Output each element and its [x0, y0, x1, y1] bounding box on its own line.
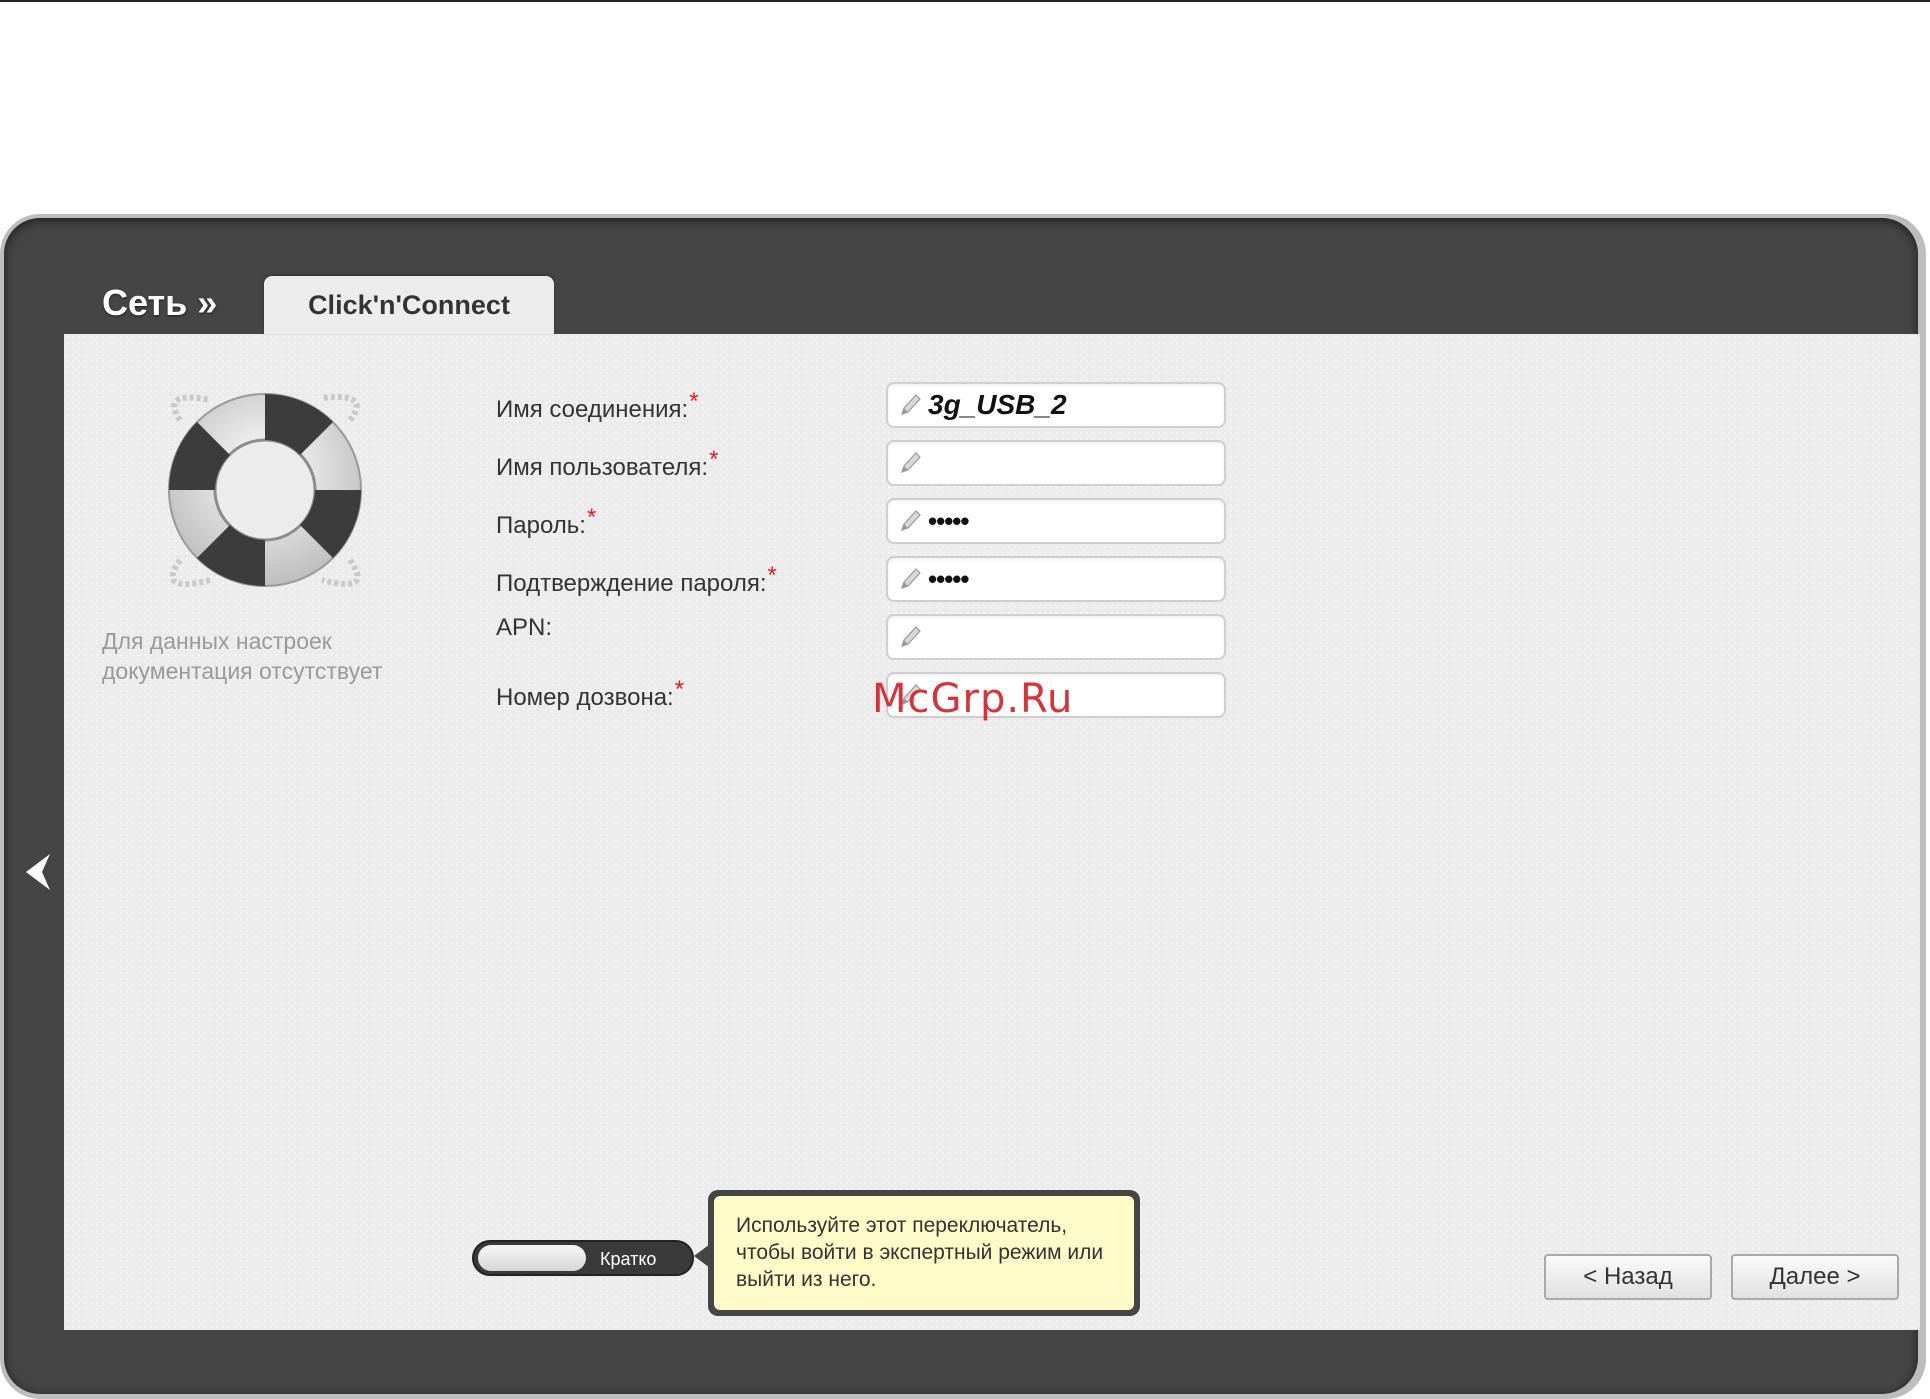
- pencil-icon: [901, 568, 921, 589]
- form-row-password: Пароль:* •••••: [496, 498, 1231, 548]
- field-label: Пароль:*: [496, 504, 597, 539]
- form-row-apn: APN:: [496, 614, 1231, 664]
- pencil-icon: [901, 452, 921, 473]
- lifebuoy-icon: [168, 393, 362, 587]
- field-label: Подтверждение пароля:*: [496, 562, 777, 597]
- tooltip: Используйте этот переключатель, чтобы во…: [708, 1190, 1140, 1316]
- required-marker: *: [709, 446, 719, 473]
- back-button[interactable]: < Назад: [1544, 1254, 1712, 1300]
- password-mask: •••••: [928, 563, 970, 594]
- tab-clicknconnect[interactable]: Click'n'Connect: [264, 276, 554, 334]
- form-row-confirm-password: Подтверждение пароля:* •••••: [496, 556, 1231, 606]
- toggle-label: Кратко: [600, 1249, 657, 1269]
- top-divider: [0, 0, 1930, 2]
- confirm-password-input[interactable]: •••••: [886, 556, 1226, 602]
- form-row-dial-number: Номер дозвона:*: [496, 672, 1231, 722]
- pencil-icon: [901, 626, 921, 647]
- pencil-icon: [901, 394, 921, 415]
- tooltip-text: Используйте этот переключатель, чтобы во…: [714, 1196, 1134, 1310]
- apn-input[interactable]: [886, 614, 1226, 660]
- form-row-connection-name: Имя соединения:* 3g_USB_2: [496, 382, 1231, 432]
- field-label: APN:: [496, 614, 553, 641]
- required-marker: *: [586, 504, 597, 531]
- pencil-icon: [901, 510, 921, 531]
- form-row-username: Имя пользователя:*: [496, 440, 1231, 490]
- required-marker: *: [674, 676, 685, 703]
- toggle-knob[interactable]: [478, 1245, 586, 1271]
- password-input[interactable]: •••••: [886, 498, 1226, 544]
- field-value: 3g_USB_2: [928, 389, 1067, 420]
- username-input[interactable]: [886, 440, 1226, 486]
- mode-toggle[interactable]: Кратко: [472, 1240, 694, 1276]
- watermark: McGrp.Ru: [872, 676, 1074, 722]
- required-marker: *: [689, 388, 699, 415]
- help-text: Для данных настроек документация отсутст…: [102, 628, 383, 684]
- field-label: Номер дозвона:*: [496, 676, 685, 711]
- connection-name-input[interactable]: 3g_USB_2: [886, 382, 1226, 428]
- breadcrumb[interactable]: Сеть »: [102, 282, 217, 324]
- field-label: Имя пользователя:*: [496, 446, 719, 481]
- field-label: Имя соединения:*: [496, 388, 699, 423]
- back-arrow-icon[interactable]: [20, 850, 56, 894]
- required-marker: *: [767, 562, 777, 589]
- password-mask: •••••: [928, 505, 970, 536]
- next-button[interactable]: Далее >: [1731, 1254, 1899, 1300]
